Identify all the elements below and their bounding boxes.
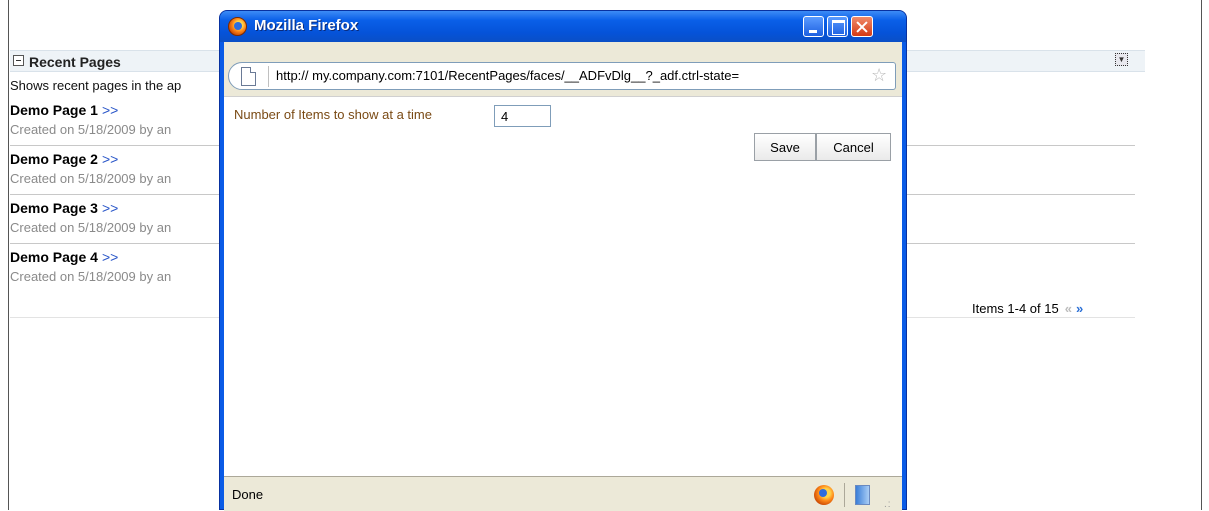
- save-button[interactable]: Save: [754, 133, 816, 161]
- window-client: http:// my.company.com:7101/RecentPages/…: [224, 42, 902, 511]
- url-text[interactable]: http:// my.company.com:7101/RecentPages/…: [276, 68, 866, 83]
- item-link[interactable]: >>: [102, 151, 118, 167]
- item-meta: Created on 5/18/2009 by an: [10, 220, 172, 235]
- item-link[interactable]: >>: [102, 102, 118, 118]
- previous-page-icon[interactable]: «: [1065, 301, 1072, 316]
- item-meta: Created on 5/18/2009 by an: [10, 171, 172, 186]
- firefox-logo-icon: [228, 17, 247, 36]
- pager-text: Items 1-4 of 15: [972, 301, 1059, 316]
- panel-menu-icon[interactable]: ▼: [1115, 53, 1128, 66]
- firefox-popup-window: Mozilla Firefox http:// my.company.com:7…: [219, 10, 907, 511]
- close-button[interactable]: [851, 16, 873, 37]
- maximize-button[interactable]: [827, 16, 848, 37]
- panel-description: Shows recent pages in the ap: [10, 78, 182, 93]
- divider: [844, 483, 845, 507]
- item-title[interactable]: Demo Page 3: [10, 200, 98, 216]
- panel-title: Recent Pages: [29, 54, 121, 70]
- resize-grip-icon[interactable]: .:: [884, 499, 892, 510]
- item-title[interactable]: Demo Page 2: [10, 151, 98, 167]
- window-titlebar[interactable]: Mozilla Firefox: [220, 11, 906, 42]
- item-title[interactable]: Demo Page 1: [10, 102, 98, 118]
- window-title: Mozilla Firefox: [254, 17, 359, 34]
- page-icon: [241, 67, 256, 86]
- cancel-button[interactable]: Cancel: [816, 133, 891, 161]
- pager: Items 1-4 of 15 « »: [972, 301, 1083, 316]
- status-text: Done: [232, 487, 264, 502]
- status-page-icon[interactable]: [855, 485, 870, 505]
- next-page-icon[interactable]: »: [1076, 301, 1083, 316]
- address-bar[interactable]: http:// my.company.com:7101/RecentPages/…: [228, 62, 896, 90]
- item-meta: Created on 5/18/2009 by an: [10, 122, 172, 137]
- minimize-button[interactable]: [803, 16, 824, 37]
- items-count-input[interactable]: [494, 105, 551, 127]
- firefox-status-icon[interactable]: [814, 485, 834, 505]
- status-bar: Done .:: [224, 476, 902, 511]
- divider: [268, 66, 269, 87]
- item-meta: Created on 5/18/2009 by an: [10, 269, 172, 284]
- item-link[interactable]: >>: [102, 249, 118, 265]
- dialog-content: Number of Items to show at a time Save C…: [224, 96, 902, 476]
- bookmark-star-icon[interactable]: ☆: [871, 65, 887, 85]
- item-title[interactable]: Demo Page 4: [10, 249, 98, 265]
- items-count-label: Number of Items to show at a time: [234, 107, 432, 122]
- item-link[interactable]: >>: [102, 200, 118, 216]
- collapse-icon[interactable]: [13, 55, 24, 66]
